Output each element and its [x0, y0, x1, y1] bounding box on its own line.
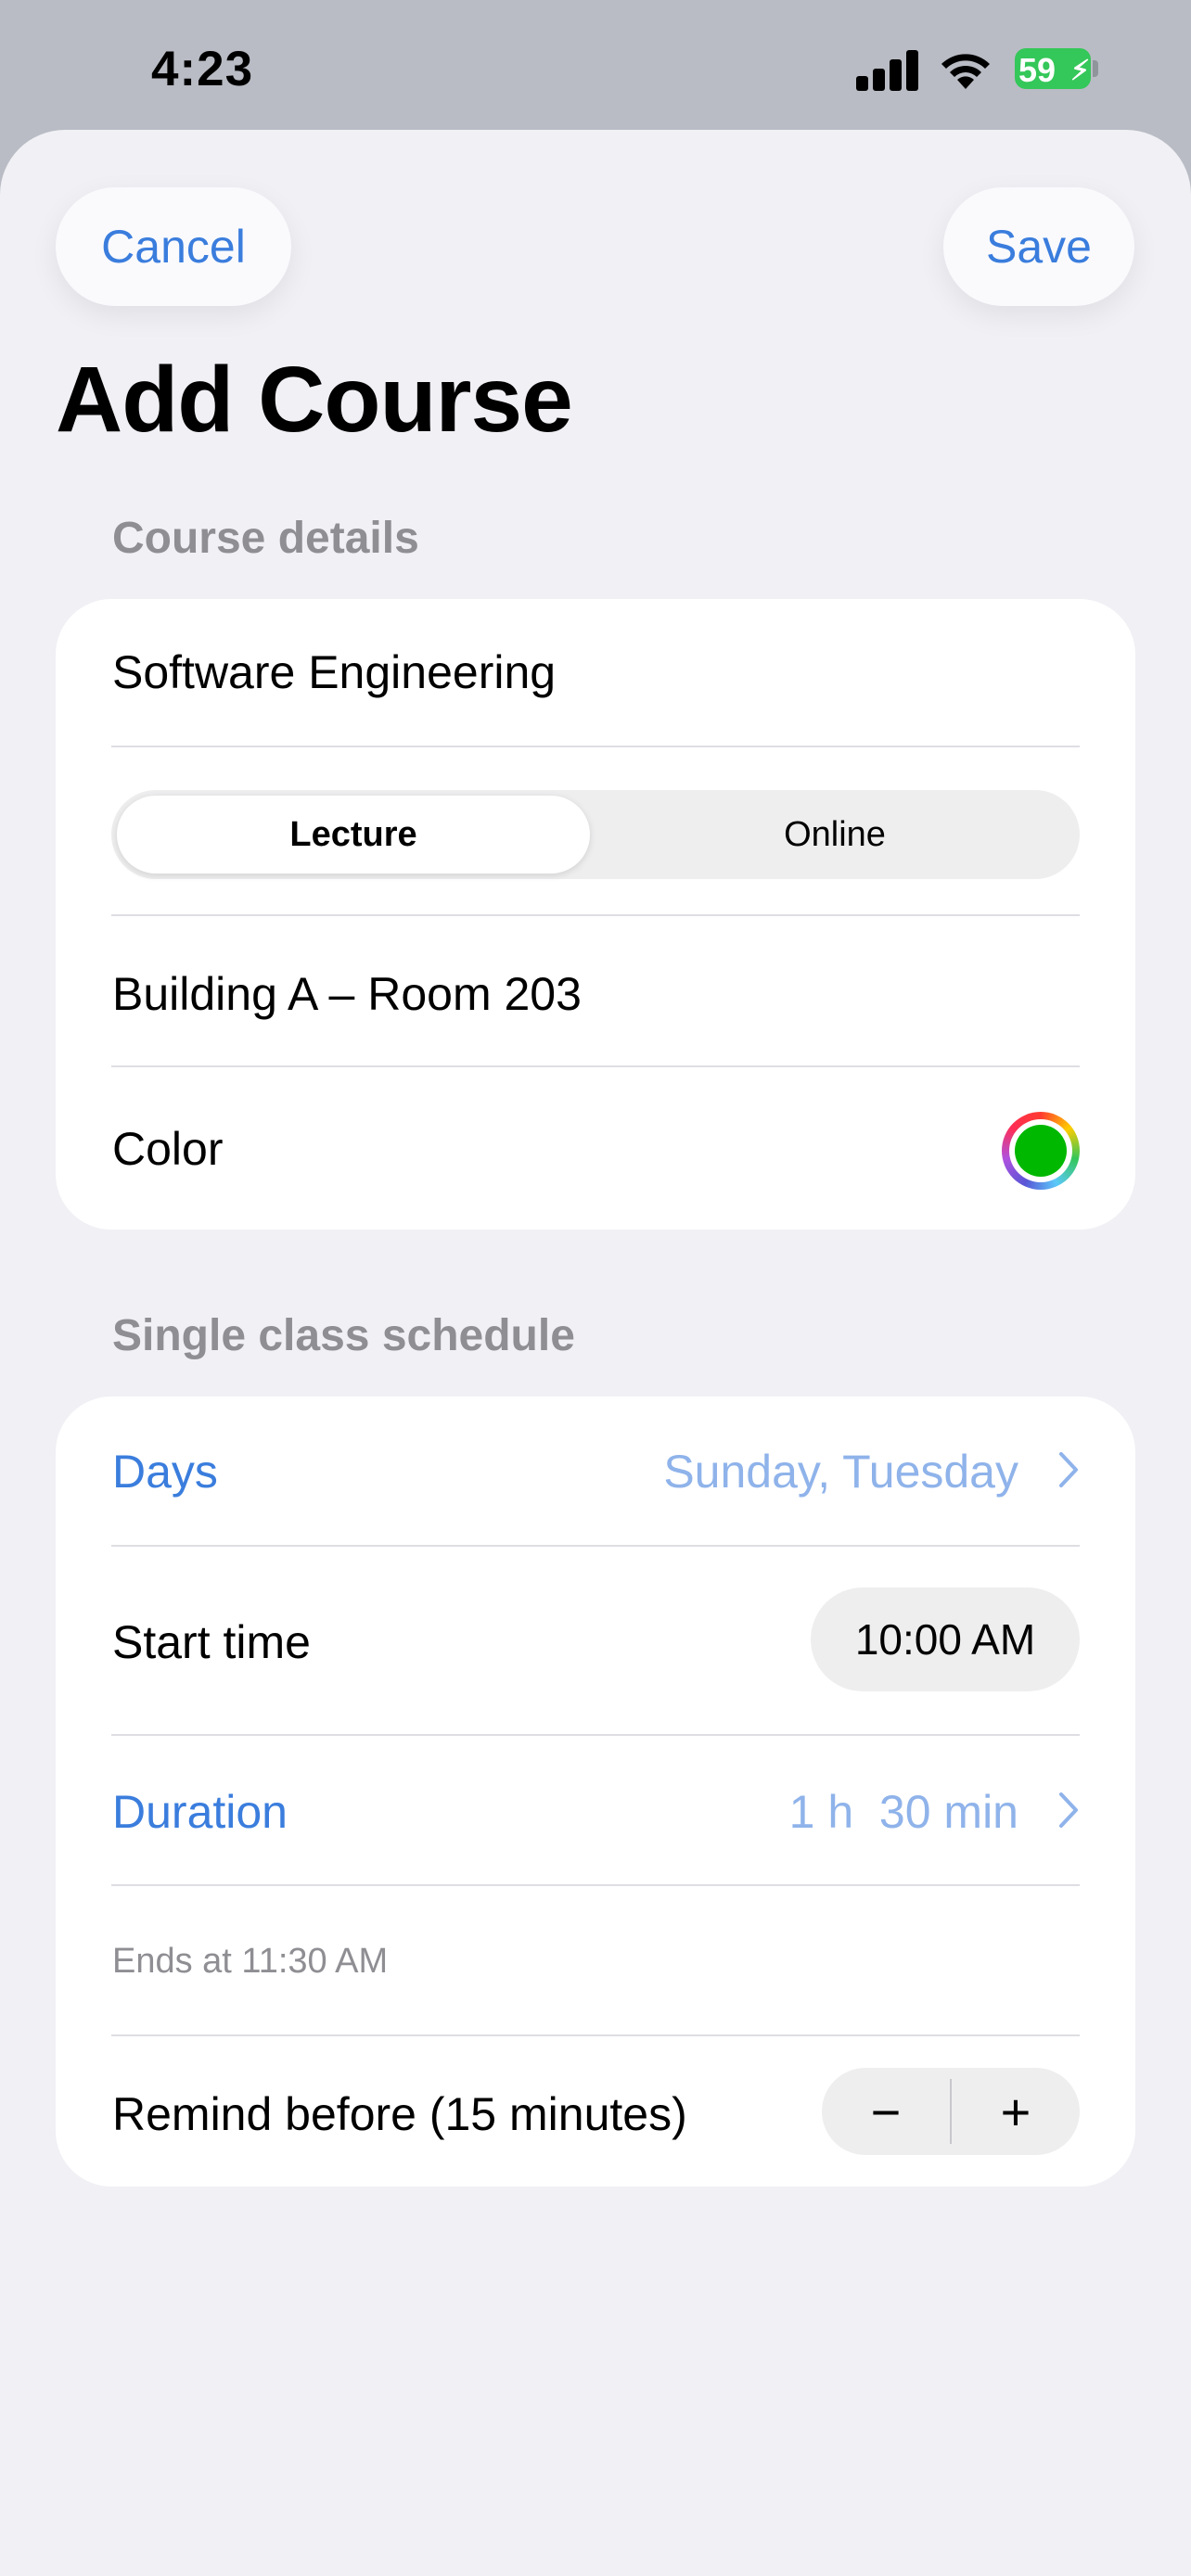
divider — [111, 914, 1080, 916]
selected-color-swatch — [1015, 1125, 1067, 1177]
segment-online[interactable]: Online — [596, 796, 1074, 874]
course-details-header: Course details — [112, 514, 419, 563]
schedule-card: Days Sunday, Tuesday Start time 10:00 AM… — [56, 1396, 1135, 2187]
battery-icon: 59 ⚡︎ — [1015, 48, 1100, 89]
schedule-header: Single class schedule — [112, 1311, 575, 1360]
divider — [111, 2034, 1080, 2036]
chevron-right-icon — [1059, 1452, 1078, 1487]
status-bar: 4:23 59 ⚡︎ — [0, 0, 1191, 130]
days-label: Days — [112, 1446, 218, 1498]
course-details-card: Software Engineering Lecture Online Buil… — [56, 599, 1135, 1230]
color-label: Color — [112, 1123, 224, 1175]
remind-stepper: − + — [822, 2068, 1080, 2155]
cancel-button[interactable]: Cancel — [56, 187, 291, 306]
charging-bolt-icon: ⚡︎ — [1070, 56, 1091, 86]
divider — [111, 1065, 1080, 1067]
cellular-signal-icon — [856, 48, 919, 91]
start-time-picker[interactable]: 10:00 AM — [811, 1588, 1080, 1691]
divider — [111, 746, 1080, 747]
duration-label: Duration — [112, 1786, 288, 1838]
page-title: Add Course — [56, 348, 573, 452]
duration-row[interactable]: Duration 1 h 30 min — [56, 1736, 1135, 1884]
days-row[interactable]: Days Sunday, Tuesday — [56, 1396, 1135, 1545]
course-name-field[interactable]: Software Engineering — [112, 645, 556, 699]
ends-at-note: Ends at 11:30 AM — [112, 1942, 389, 1981]
segment-lecture[interactable]: Lecture — [117, 796, 590, 874]
divider — [111, 1884, 1080, 1886]
chevron-right-icon — [1059, 1792, 1078, 1828]
remind-before-label: Remind before (15 minutes) — [112, 2088, 687, 2140]
status-time: 4:23 — [151, 42, 254, 96]
stepper-increment-button[interactable]: + — [952, 2068, 1080, 2155]
save-button[interactable]: Save — [943, 187, 1134, 306]
duration-value: 1 h 30 min — [788, 1786, 1018, 1838]
stepper-decrement-button[interactable]: − — [822, 2068, 950, 2155]
days-value: Sunday, Tuesday — [663, 1446, 1018, 1498]
class-type-segmented-control[interactable]: Lecture Online — [111, 790, 1080, 879]
wifi-icon — [941, 54, 990, 89]
divider — [111, 1545, 1080, 1547]
location-field[interactable]: Building A – Room 203 — [112, 967, 582, 1021]
start-time-label: Start time — [112, 1616, 311, 1668]
battery-percent: 59 — [1018, 51, 1057, 89]
